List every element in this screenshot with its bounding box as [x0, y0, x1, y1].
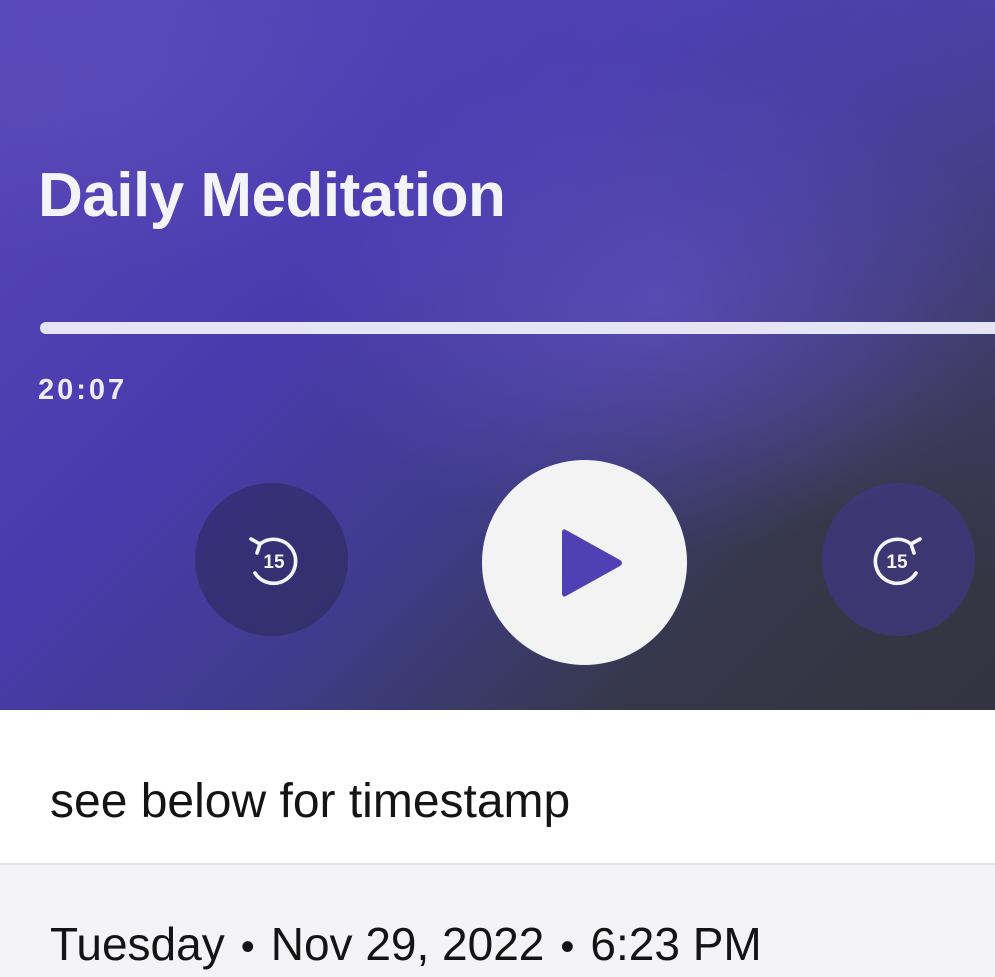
entry-description: see below for timestamp: [0, 710, 995, 863]
progress-bar[interactable]: [40, 322, 995, 334]
timestamp-time: 6:23 PM: [590, 918, 762, 970]
timestamp-date: Nov 29, 2022: [270, 918, 545, 970]
timestamp-separator: •: [240, 925, 255, 969]
audio-player: Daily Meditation 20:07 15 15: [0, 0, 995, 710]
skip-forward-15-button[interactable]: 15: [822, 483, 975, 636]
play-button[interactable]: [482, 460, 687, 665]
skip-back-15-button[interactable]: 15: [195, 483, 348, 636]
progress-bar-fill: [40, 322, 995, 334]
rewind-15-icon: 15: [248, 536, 297, 585]
timestamp-separator: •: [560, 925, 575, 969]
skip-forward-seconds: 15: [886, 552, 908, 573]
description-text: see below for timestamp: [50, 775, 571, 828]
entry-timestamp: Tuesday • Nov 29, 2022 • 6:23 PM: [50, 917, 762, 971]
timestamp-day: Tuesday: [50, 918, 225, 970]
timestamp-row: Tuesday • Nov 29, 2022 • 6:23 PM: [0, 865, 995, 977]
play-icon: [561, 528, 622, 597]
skip-back-seconds: 15: [263, 552, 285, 573]
track-title: Daily Meditation: [38, 161, 506, 230]
elapsed-time: 20:07: [38, 374, 128, 406]
forward-15-icon: 15: [873, 536, 922, 585]
